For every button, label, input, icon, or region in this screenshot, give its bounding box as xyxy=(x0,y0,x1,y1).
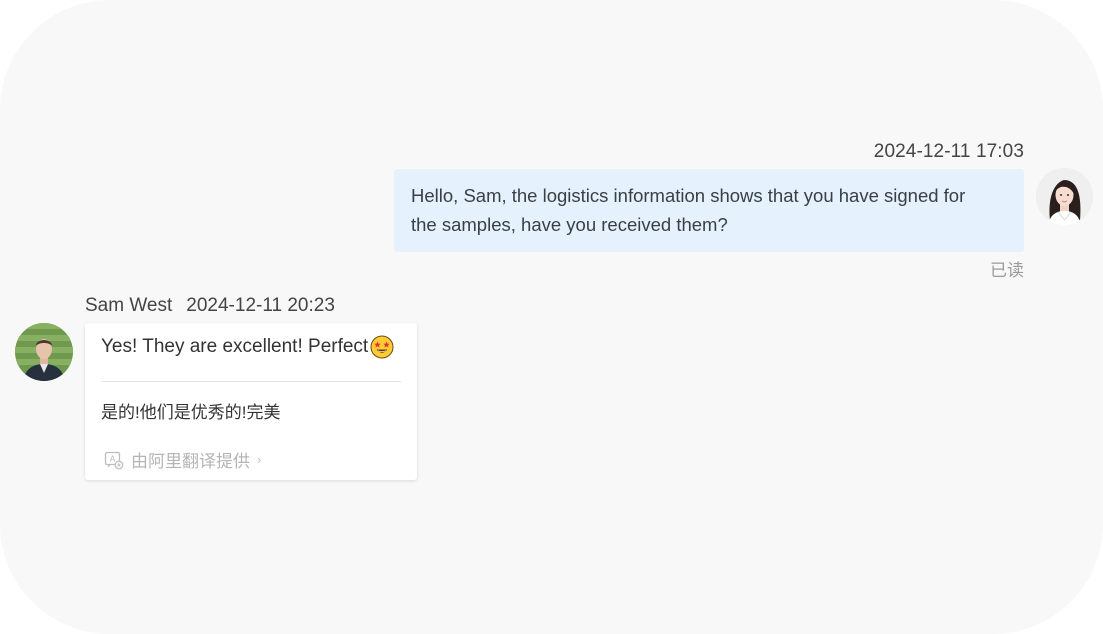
incoming-message: Yes! They are excellent! Perfect xyxy=(101,335,394,359)
provider-label: 由阿里翻译提供 xyxy=(131,452,250,471)
outgoing-message-line-2: the samples, have you received them? xyxy=(411,214,728,235)
female-user-avatar-icon[interactable] xyxy=(1036,168,1093,225)
chat-window: 2024-12-11 17:03 Hello, Sam, the logisti… xyxy=(0,0,1103,634)
outgoing-timestamp: 2024-12-11 17:03 xyxy=(873,141,1024,162)
incoming-message-card[interactable]: Yes! They are excellent! Perfect 是的!他们是优… xyxy=(85,323,417,480)
star-struck-emoji-icon xyxy=(370,335,394,359)
sender-name[interactable]: Sam West xyxy=(85,295,172,316)
incoming-timestamp: 2024-12-11 20:23 xyxy=(186,295,335,316)
divider xyxy=(101,381,401,382)
outgoing-message-bubble[interactable]: Hello, Sam, the logistics information sh… xyxy=(394,169,1024,252)
translation-provider-link[interactable]: A 由阿里翻译提供 › xyxy=(104,447,261,472)
incoming-message-text: Yes! They are excellent! Perfect xyxy=(101,336,369,357)
read-status: 已读 xyxy=(990,261,1024,280)
svg-text:A: A xyxy=(110,454,116,463)
translate-icon: A xyxy=(104,451,124,469)
chevron-right-icon: › xyxy=(257,452,262,467)
incoming-message-header: Sam West 2024-12-11 20:23 xyxy=(85,295,335,317)
translated-text: 是的!他们是优秀的!完美 xyxy=(101,403,281,422)
outgoing-message-line-1: Hello, Sam, the logistics information sh… xyxy=(411,185,966,206)
male-user-avatar-icon[interactable] xyxy=(15,323,73,381)
